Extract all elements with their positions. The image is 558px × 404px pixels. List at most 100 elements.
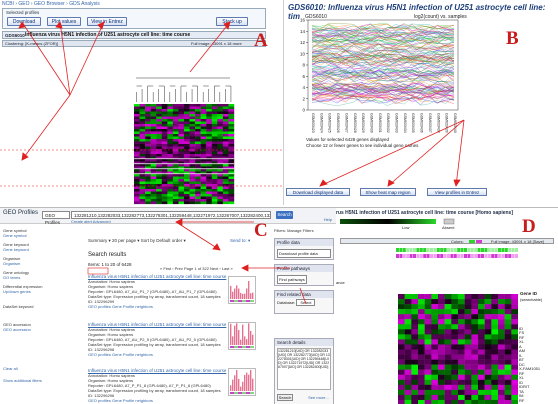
sample-group-cell bbox=[396, 254, 399, 258]
heatmap-cell bbox=[504, 369, 512, 375]
heatmap-cell bbox=[498, 304, 505, 310]
heatmap-cell bbox=[464, 299, 472, 305]
heatmap-cell bbox=[451, 389, 459, 396]
heatmap-cell bbox=[511, 374, 518, 380]
heatmap-cell bbox=[438, 309, 445, 315]
heatmap-cell bbox=[404, 329, 412, 335]
heatmap-cell bbox=[511, 304, 518, 310]
heatmap-cell bbox=[451, 329, 459, 335]
heatmap-cell bbox=[511, 369, 518, 375]
heatmap-cell bbox=[398, 359, 405, 365]
heatmap-cell bbox=[424, 319, 432, 325]
sample-group-cell bbox=[457, 254, 461, 258]
heatmap-cell bbox=[418, 344, 425, 350]
heatmap-cell bbox=[438, 329, 445, 335]
heatmap-cell bbox=[411, 359, 419, 365]
sample-group-cell bbox=[409, 254, 413, 258]
color-swatch-magenta[interactable] bbox=[476, 240, 482, 243]
heatmap-cell bbox=[471, 299, 479, 305]
heatmap-cell bbox=[511, 384, 518, 391]
heatmap-cell bbox=[444, 349, 452, 355]
heatmap-cell bbox=[511, 359, 518, 365]
heatmap-cell bbox=[478, 294, 485, 300]
heatmap-cell bbox=[404, 334, 412, 340]
heatmap-cell bbox=[511, 339, 518, 345]
heatmap-cell bbox=[478, 349, 485, 355]
heatmap-cell bbox=[484, 309, 492, 315]
heatmap-cell bbox=[424, 389, 432, 396]
heatmap-cell bbox=[498, 374, 505, 380]
heatmap-cell bbox=[471, 334, 479, 340]
heatmap-cell bbox=[444, 384, 452, 391]
heatmap-cell bbox=[431, 364, 439, 370]
sample-group-cell bbox=[474, 254, 478, 258]
heatmap-cell bbox=[418, 384, 425, 391]
heatmap-cell bbox=[471, 354, 479, 360]
heatmap-cell bbox=[504, 389, 512, 396]
heatmap-cell bbox=[398, 379, 405, 386]
full-image-save[interactable]: Full image: 43091 x 18 [Save] bbox=[491, 239, 544, 244]
heatmap-cell bbox=[404, 364, 412, 370]
heatmap-cell bbox=[431, 349, 439, 355]
heatmap-cell bbox=[478, 369, 485, 375]
sample-group-cell bbox=[511, 254, 515, 258]
heatmap-cell bbox=[471, 389, 479, 396]
heatmap-cell bbox=[458, 349, 465, 355]
heatmap-cell bbox=[491, 329, 499, 335]
sample-group-cell bbox=[426, 254, 430, 258]
annotation-arrows-c bbox=[87, 218, 307, 305]
heatmap-cell bbox=[418, 309, 425, 315]
heatmap-cell bbox=[498, 334, 505, 340]
sample-group-cell bbox=[402, 248, 406, 252]
heatmap-cell bbox=[418, 359, 425, 365]
heatmap-cell bbox=[451, 299, 459, 305]
heatmap-cell bbox=[424, 359, 432, 365]
color-swatch-green[interactable] bbox=[469, 240, 475, 243]
heatmap-cell bbox=[491, 334, 499, 340]
heatmap-cell bbox=[404, 309, 412, 315]
sample-group-cell bbox=[467, 248, 471, 252]
heatmap-cell bbox=[498, 329, 505, 335]
colors-label: Colors: bbox=[451, 239, 464, 244]
heatmap-cell bbox=[404, 359, 412, 365]
sample-group-cell bbox=[464, 254, 467, 258]
heatmap-cell bbox=[498, 314, 505, 320]
heatmap-cell bbox=[498, 384, 505, 391]
heatmap-cell bbox=[424, 384, 432, 391]
heatmap-cell bbox=[464, 314, 472, 320]
heatmap-cell bbox=[504, 304, 512, 310]
heatmap-cell bbox=[431, 359, 439, 365]
heatmap-cell bbox=[411, 354, 419, 360]
heatmap-cell bbox=[464, 319, 472, 325]
heatmap-cell bbox=[398, 389, 405, 396]
heatmap-cell bbox=[431, 394, 439, 401]
heatmap-cell bbox=[491, 359, 499, 365]
heatmap-cell bbox=[478, 319, 485, 325]
heatmap-cell bbox=[451, 379, 459, 386]
sample-group-cell bbox=[460, 248, 464, 252]
heatmap-region-d[interactable] bbox=[398, 294, 518, 404]
heatmap-cell bbox=[398, 334, 405, 340]
heatmap-cell bbox=[511, 334, 518, 340]
heatmap-cell bbox=[418, 314, 425, 320]
heatmap-cell bbox=[431, 324, 439, 330]
sample-group-cell bbox=[494, 254, 498, 258]
heatmap-cell bbox=[418, 334, 425, 340]
heatmap-cell bbox=[478, 374, 485, 380]
heatmap-cells[interactable] bbox=[398, 294, 518, 404]
heatmap-cell bbox=[504, 359, 512, 365]
sample-group-cell bbox=[402, 254, 406, 258]
heatmap-cell bbox=[464, 399, 472, 404]
heatmap-cell bbox=[398, 394, 405, 401]
heatmap-cell bbox=[484, 389, 492, 396]
heatmap-cell bbox=[444, 329, 452, 335]
sample-group-cell bbox=[416, 254, 420, 258]
heatmap-cell bbox=[411, 299, 419, 305]
heatmap-cell bbox=[424, 379, 432, 386]
heatmap-cell bbox=[444, 374, 452, 380]
gene-id-item[interactable]: RF bbox=[519, 398, 540, 404]
heatmap-cell bbox=[511, 354, 518, 360]
heatmap-cell bbox=[458, 354, 465, 360]
sample-group-cell bbox=[436, 254, 440, 258]
heatmap-cell bbox=[464, 334, 472, 340]
